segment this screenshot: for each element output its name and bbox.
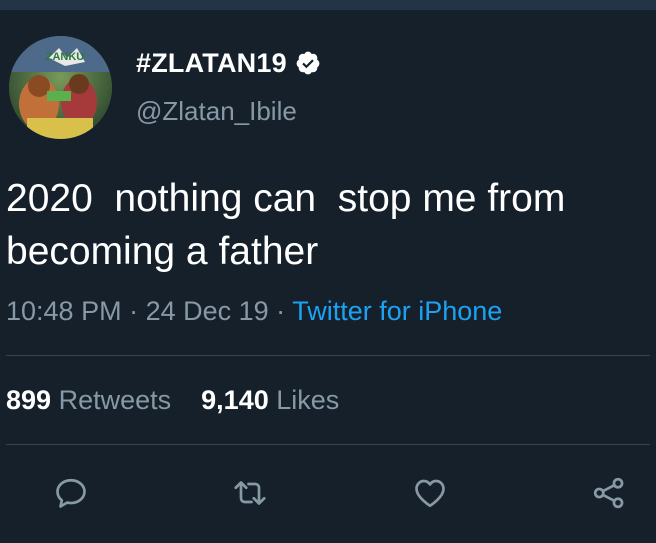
tweet-meta: 10:48 PM · 24 Dec 19 · Twitter for iPhon… [6, 296, 502, 327]
display-name[interactable]: #ZLATAN19 [136, 48, 287, 79]
like-button[interactable] [409, 472, 451, 514]
likes-label[interactable]: Likes [276, 385, 339, 415]
author-name-row[interactable]: #ZLATAN19 [136, 44, 321, 82]
retweets-label[interactable]: Retweets [59, 385, 172, 415]
tweet-stats: 899 Retweets 9,140 Likes [6, 385, 339, 416]
likes-count[interactable]: 9,140 [201, 385, 269, 415]
retweets-count[interactable]: 899 [6, 385, 51, 415]
avatar-image: ZANKU [9, 36, 112, 139]
reply-icon [56, 478, 86, 508]
avatar-logo-text: ZANKU [46, 51, 85, 63]
meta-separator: · [268, 296, 293, 326]
divider [6, 355, 650, 356]
tweet-text: 2020 nothing can stop me from becoming a… [6, 177, 577, 273]
author-handle[interactable]: @Zlatan_Ibile [136, 96, 297, 127]
divider [6, 444, 650, 445]
reply-button[interactable] [50, 472, 92, 514]
share-button[interactable] [588, 472, 630, 514]
tweet-date: 24 Dec 19 [145, 296, 269, 326]
tweet-time: 10:48 PM [6, 296, 122, 326]
retweet-icon [234, 481, 266, 505]
retweet-button[interactable] [229, 472, 271, 514]
avatar[interactable]: ZANKU [9, 36, 112, 139]
meta-separator: · [121, 296, 146, 326]
share-icon [593, 477, 624, 509]
verified-badge-icon [295, 50, 321, 76]
tweet-source-link[interactable]: Twitter for iPhone [292, 296, 502, 326]
like-icon [415, 479, 445, 508]
status-bar-strip [0, 0, 656, 10]
